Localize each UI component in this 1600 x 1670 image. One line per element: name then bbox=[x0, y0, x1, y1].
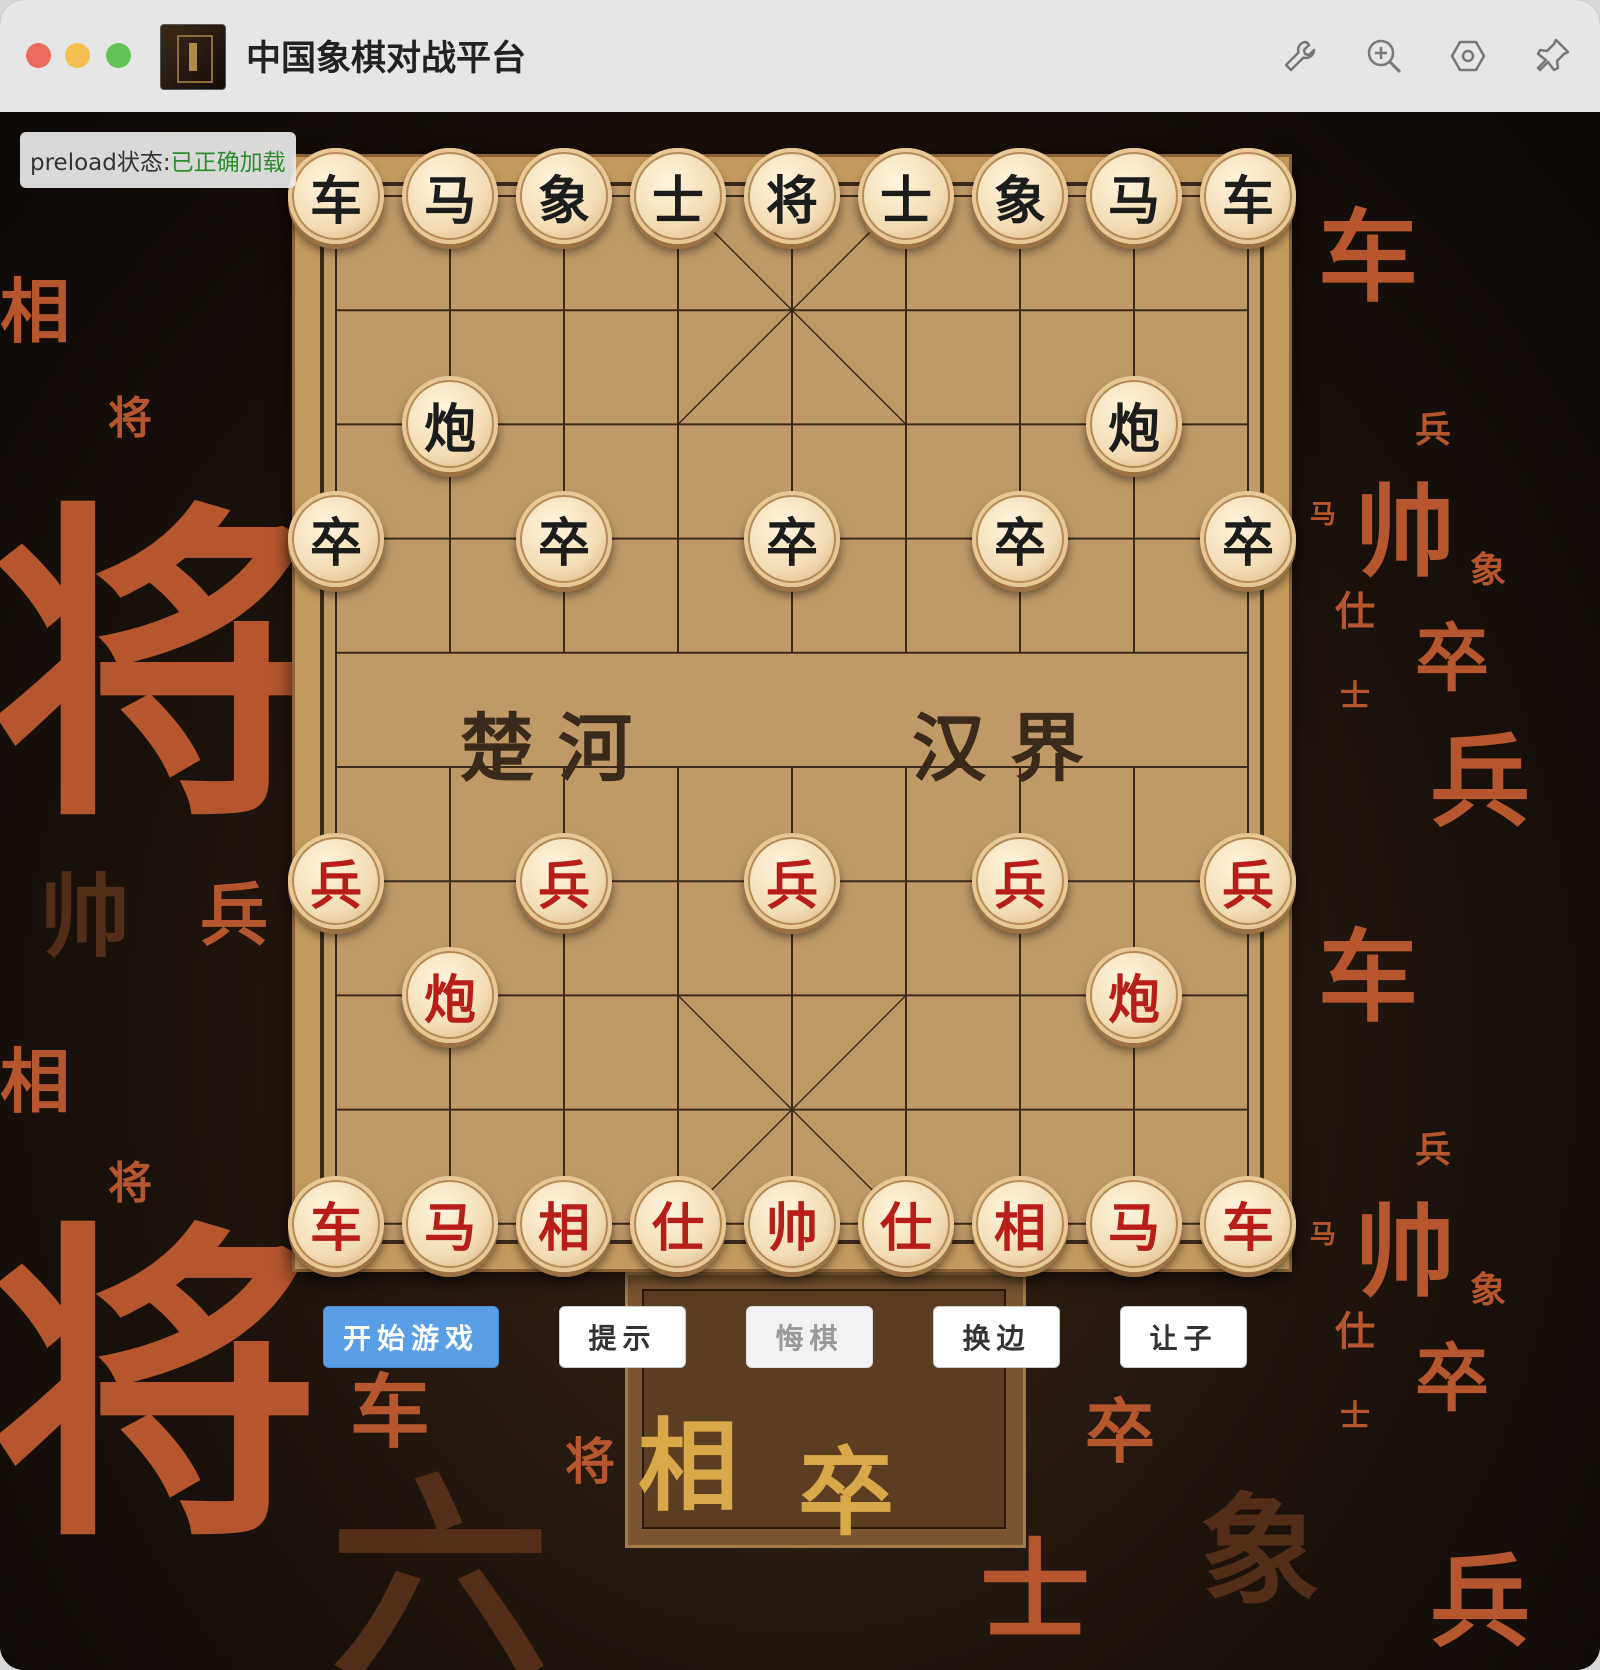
background-art: 象 bbox=[1200, 1481, 1320, 1622]
black-piece[interactable]: 象 bbox=[516, 148, 612, 244]
red-piece[interactable]: 兵 bbox=[1200, 833, 1296, 930]
black-piece[interactable]: 炮 bbox=[402, 376, 498, 473]
zoom-in-icon[interactable] bbox=[1364, 36, 1404, 76]
background-art: 士 bbox=[1340, 679, 1370, 714]
red-piece[interactable]: 帅 bbox=[744, 1175, 840, 1272]
background-art: 将 bbox=[565, 1432, 615, 1491]
river-label-chu-he: 楚河 bbox=[460, 706, 656, 792]
preload-label: preload状态: bbox=[30, 150, 171, 176]
minimize-window-button[interactable] bbox=[65, 43, 90, 68]
black-piece[interactable]: 卒 bbox=[288, 490, 384, 587]
app-icon bbox=[160, 24, 226, 90]
settings-hexagon-icon[interactable] bbox=[1448, 36, 1488, 76]
background-art: 兵 bbox=[1415, 409, 1452, 451]
pin-icon[interactable] bbox=[1532, 36, 1572, 76]
red-piece[interactable]: 兵 bbox=[972, 833, 1068, 930]
black-piece[interactable]: 将 bbox=[744, 148, 840, 244]
red-piece[interactable]: 仕 bbox=[630, 1175, 726, 1272]
red-piece[interactable]: 兵 bbox=[288, 833, 384, 930]
red-piece[interactable]: 车 bbox=[288, 1175, 384, 1272]
close-window-button[interactable] bbox=[26, 43, 51, 68]
background-art: 帅 bbox=[1355, 1193, 1455, 1311]
background-art: 将 bbox=[108, 393, 152, 444]
board-grid bbox=[335, 195, 1249, 1225]
background-art: 兵 bbox=[200, 876, 269, 956]
red-piece[interactable]: 炮 bbox=[1086, 947, 1182, 1044]
red-piece[interactable]: 车 bbox=[1200, 1175, 1296, 1272]
background-art: 相 bbox=[0, 1040, 70, 1123]
maximize-window-button[interactable] bbox=[106, 43, 131, 68]
background-art: 仕 bbox=[1335, 1308, 1375, 1355]
background-art: 象 bbox=[1470, 549, 1507, 591]
red-piece[interactable]: 相 bbox=[972, 1175, 1068, 1272]
red-piece[interactable]: 炮 bbox=[402, 947, 498, 1044]
undo-button[interactable]: 悔棋 bbox=[746, 1306, 873, 1368]
background-art: 马 bbox=[1310, 500, 1337, 530]
hint-button[interactable]: 提示 bbox=[559, 1306, 686, 1368]
background-art: 车 bbox=[350, 1365, 430, 1459]
app-window: 中国象棋对战平台 将 将 相 相 将 将 兵 帅 车 将 卒 六 士 象 车 车… bbox=[0, 0, 1600, 1670]
background-art: 相 bbox=[0, 270, 70, 353]
chess-board[interactable]: 楚河 汉界 车马象士将士象马车炮炮卒卒卒卒卒兵兵兵兵兵炮炮车马相仕帅仕相马车 bbox=[288, 148, 1296, 1272]
preload-status-value: 已正确加载 bbox=[170, 150, 286, 176]
background-art: 帅 bbox=[40, 864, 130, 970]
wrench-icon[interactable] bbox=[1280, 36, 1320, 76]
red-piece[interactable]: 马 bbox=[1086, 1175, 1182, 1272]
background-art: 将 bbox=[0, 473, 320, 861]
swap-sides-button[interactable]: 换边 bbox=[933, 1306, 1060, 1368]
background-art: 六 bbox=[330, 1452, 551, 1670]
black-piece[interactable]: 车 bbox=[288, 148, 384, 244]
background-art: 车 bbox=[1318, 918, 1418, 1036]
black-piece[interactable]: 车 bbox=[1200, 148, 1296, 244]
black-piece[interactable]: 卒 bbox=[972, 490, 1068, 587]
background-art: 卒 bbox=[1085, 1390, 1155, 1473]
background-art: 将 bbox=[108, 1158, 152, 1209]
background-art: 卒 bbox=[1415, 616, 1489, 702]
background-art: 刂 bbox=[1480, 122, 1600, 482]
black-piece[interactable]: 士 bbox=[630, 148, 726, 244]
background-art: 士 bbox=[980, 1527, 1090, 1656]
red-piece[interactable]: 仕 bbox=[858, 1175, 954, 1272]
preload-status: preload状态: 已正确加载 bbox=[20, 132, 296, 188]
handicap-button[interactable]: 让子 bbox=[1120, 1306, 1247, 1368]
background-art: 士 bbox=[1340, 1399, 1370, 1434]
background-art: 象 bbox=[1470, 1269, 1507, 1311]
black-piece[interactable]: 卒 bbox=[744, 490, 840, 587]
game-area: 将 将 相 相 将 将 兵 帅 车 将 卒 六 士 象 车 车 刂 刂 帅 帅 … bbox=[0, 112, 1600, 1670]
river-label-han-jie: 汉界 bbox=[912, 706, 1108, 792]
red-piece[interactable]: 兵 bbox=[744, 833, 840, 930]
background-art: 卒 bbox=[1415, 1336, 1489, 1422]
background-art: 车 bbox=[1318, 198, 1418, 316]
background-art: 仕 bbox=[1335, 588, 1375, 635]
red-piece[interactable]: 马 bbox=[402, 1175, 498, 1272]
red-piece[interactable]: 兵 bbox=[516, 833, 612, 930]
red-piece[interactable]: 相 bbox=[516, 1175, 612, 1272]
background-art: 刂 bbox=[1480, 842, 1600, 1202]
black-piece[interactable]: 士 bbox=[858, 148, 954, 244]
background-art: 兵 bbox=[1415, 1129, 1452, 1171]
background-art: 马 bbox=[1310, 1220, 1337, 1250]
window-title: 中国象棋对战平台 bbox=[246, 39, 527, 79]
background-art: 兵 bbox=[1430, 723, 1530, 841]
start-game-button[interactable]: 开始游戏 bbox=[323, 1306, 499, 1368]
black-piece[interactable]: 卒 bbox=[516, 490, 612, 587]
background-art: 帅 bbox=[1355, 473, 1455, 591]
black-piece[interactable]: 象 bbox=[972, 148, 1068, 244]
title-bar: 中国象棋对战平台 bbox=[0, 0, 1600, 113]
black-piece[interactable]: 马 bbox=[402, 148, 498, 244]
background-art: 兵 bbox=[1430, 1543, 1530, 1661]
black-piece[interactable]: 炮 bbox=[1086, 376, 1182, 473]
black-piece[interactable]: 马 bbox=[1086, 148, 1182, 244]
background-art: 将 bbox=[0, 1193, 320, 1581]
black-piece[interactable]: 卒 bbox=[1200, 490, 1296, 587]
